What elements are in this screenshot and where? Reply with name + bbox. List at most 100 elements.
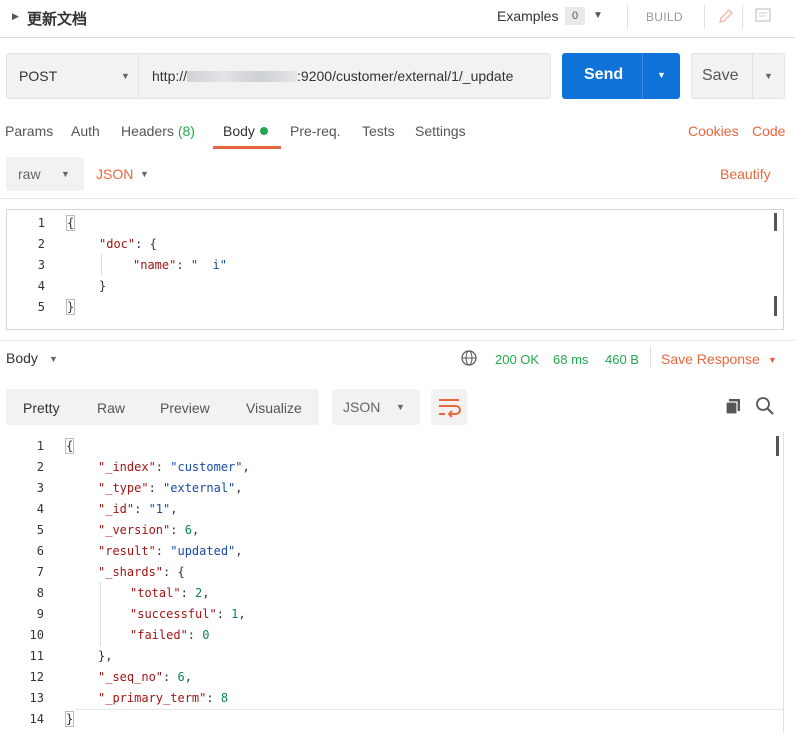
json-number: 2 — [195, 586, 203, 600]
save-response-button[interactable]: Save Response — [661, 351, 760, 367]
body-mode-select[interactable]: raw ▼ — [6, 157, 84, 191]
chevron-down-icon: ▼ — [61, 169, 70, 179]
chevron-down-icon: ▼ — [396, 402, 405, 412]
json-string: "updated" — [170, 544, 236, 558]
json-key: "doc" — [99, 237, 136, 251]
scrollbar-thumb[interactable] — [776, 436, 779, 456]
divider — [0, 340, 795, 341]
line-number: 12 — [29, 670, 44, 684]
method-select[interactable]: POST ▼ — [6, 53, 139, 99]
response-format-select[interactable]: JSON ▼ — [332, 389, 420, 425]
json-key: "result" — [98, 544, 156, 558]
json-key: "_type" — [98, 481, 149, 495]
line-number: 5 — [36, 523, 44, 537]
response-body-dropdown[interactable]: Body — [6, 350, 38, 366]
tab-auth[interactable]: Auth — [71, 123, 100, 139]
tab-params[interactable]: Params — [5, 123, 53, 139]
url-suffix: :9200/customer/external/1/_update — [297, 68, 514, 84]
beautify-button[interactable]: Beautify — [720, 166, 771, 182]
examples-dropdown-label[interactable]: Examples — [497, 8, 558, 24]
line-number: 3 — [36, 481, 44, 495]
chevron-down-icon[interactable]: ▼ — [49, 354, 58, 364]
line-number: 1 — [37, 216, 45, 230]
save-label: Save — [702, 67, 739, 84]
comment-icon[interactable] — [753, 6, 773, 29]
wrap-lines-button[interactable] — [431, 389, 467, 425]
line-number: 4 — [36, 502, 44, 516]
body-format-select[interactable]: JSON — [96, 166, 133, 182]
response-body-viewer[interactable]: 1 2 3 4 5 6 7 8 9 10 11 12 13 14 { "_ind… — [6, 432, 784, 732]
code-brace: { — [64, 438, 75, 454]
json-string: " i" — [190, 258, 227, 272]
tab-pretty[interactable]: Pretty — [23, 400, 60, 416]
tab-prereq[interactable]: Pre-req. — [290, 123, 341, 139]
json-key: "name" — [133, 258, 177, 272]
code-link[interactable]: Code — [752, 123, 785, 139]
save-button[interactable]: Save ▼ — [691, 53, 785, 99]
json-key: "_version" — [98, 523, 171, 537]
tab-tests[interactable]: Tests — [362, 123, 395, 139]
line-number: 11 — [29, 649, 44, 663]
response-format-label: JSON — [343, 399, 381, 415]
code-brace: } — [64, 711, 75, 727]
build-button[interactable]: BUILD — [646, 10, 683, 24]
code-brace: }, — [98, 649, 113, 663]
pencil-icon[interactable] — [716, 6, 736, 29]
status-code[interactable]: 200 OK — [495, 352, 539, 367]
response-time[interactable]: 68 ms — [553, 352, 588, 367]
tab-settings[interactable]: Settings — [415, 123, 466, 139]
search-icon[interactable] — [755, 396, 775, 419]
request-body-editor[interactable]: 1 2 3 4 5 { "doc": { "name": " i" } } — [6, 209, 784, 330]
scrollbar-thumb[interactable] — [774, 296, 777, 316]
tab-body[interactable]: Body — [223, 123, 268, 139]
chevron-down-icon: ▼ — [121, 71, 130, 81]
active-dot — [259, 127, 268, 135]
json-number: 6 — [184, 523, 192, 537]
divider — [704, 5, 705, 29]
examples-count-badge: 0 — [565, 7, 585, 25]
json-string: "1" — [148, 502, 171, 516]
code-brace: { — [65, 215, 76, 231]
active-tab-indicator — [213, 146, 281, 149]
code-brace: } — [99, 279, 107, 293]
json-string: "customer" — [170, 460, 243, 474]
response-size[interactable]: 460 B — [605, 352, 639, 367]
url-input[interactable]: http://:9200/customer/external/1/_update — [139, 53, 551, 99]
chevron-down-icon[interactable]: ▼ — [140, 169, 149, 179]
line-number: 8 — [36, 586, 44, 600]
line-number: 6 — [36, 544, 44, 558]
json-key: "_seq_no" — [98, 670, 164, 684]
json-key: "_primary_term" — [98, 691, 207, 705]
chevron-down-icon[interactable]: ▼ — [593, 10, 603, 21]
json-key: "_id" — [98, 502, 135, 516]
method-label: POST — [19, 68, 58, 84]
line-number: 3 — [37, 258, 45, 272]
body-mode-label: raw — [18, 166, 41, 182]
divider — [0, 198, 795, 199]
globe-icon[interactable] — [460, 349, 478, 370]
cookies-link[interactable]: Cookies — [688, 123, 739, 139]
json-key: "total" — [130, 586, 181, 600]
line-number: 5 — [37, 300, 45, 314]
tab-preview[interactable]: Preview — [160, 400, 210, 416]
line-number: 13 — [29, 691, 44, 705]
request-title[interactable]: 更新文档 — [27, 8, 87, 29]
copy-icon[interactable] — [724, 397, 742, 418]
line-number: 14 — [29, 712, 44, 726]
line-number: 1 — [36, 439, 44, 453]
tab-raw[interactable]: Raw — [97, 400, 125, 416]
chevron-down-icon[interactable]: ▼ — [768, 355, 777, 365]
chevron-down-icon[interactable]: ▼ — [657, 70, 666, 80]
json-key: "_index" — [98, 460, 156, 474]
line-number: 7 — [36, 565, 44, 579]
tab-headers[interactable]: Headers (8) — [121, 123, 195, 139]
scrollbar[interactable] — [774, 213, 777, 231]
send-button[interactable]: Send ▼ — [562, 53, 680, 99]
json-key: "successful" — [130, 607, 217, 621]
tab-visualize[interactable]: Visualize — [246, 400, 302, 416]
chevron-down-icon[interactable]: ▼ — [764, 71, 773, 81]
json-string: "external" — [163, 481, 236, 495]
caret-right-icon[interactable]: ▶ — [12, 11, 19, 22]
headers-count: (8) — [177, 123, 195, 139]
json-number: 8 — [220, 691, 229, 705]
